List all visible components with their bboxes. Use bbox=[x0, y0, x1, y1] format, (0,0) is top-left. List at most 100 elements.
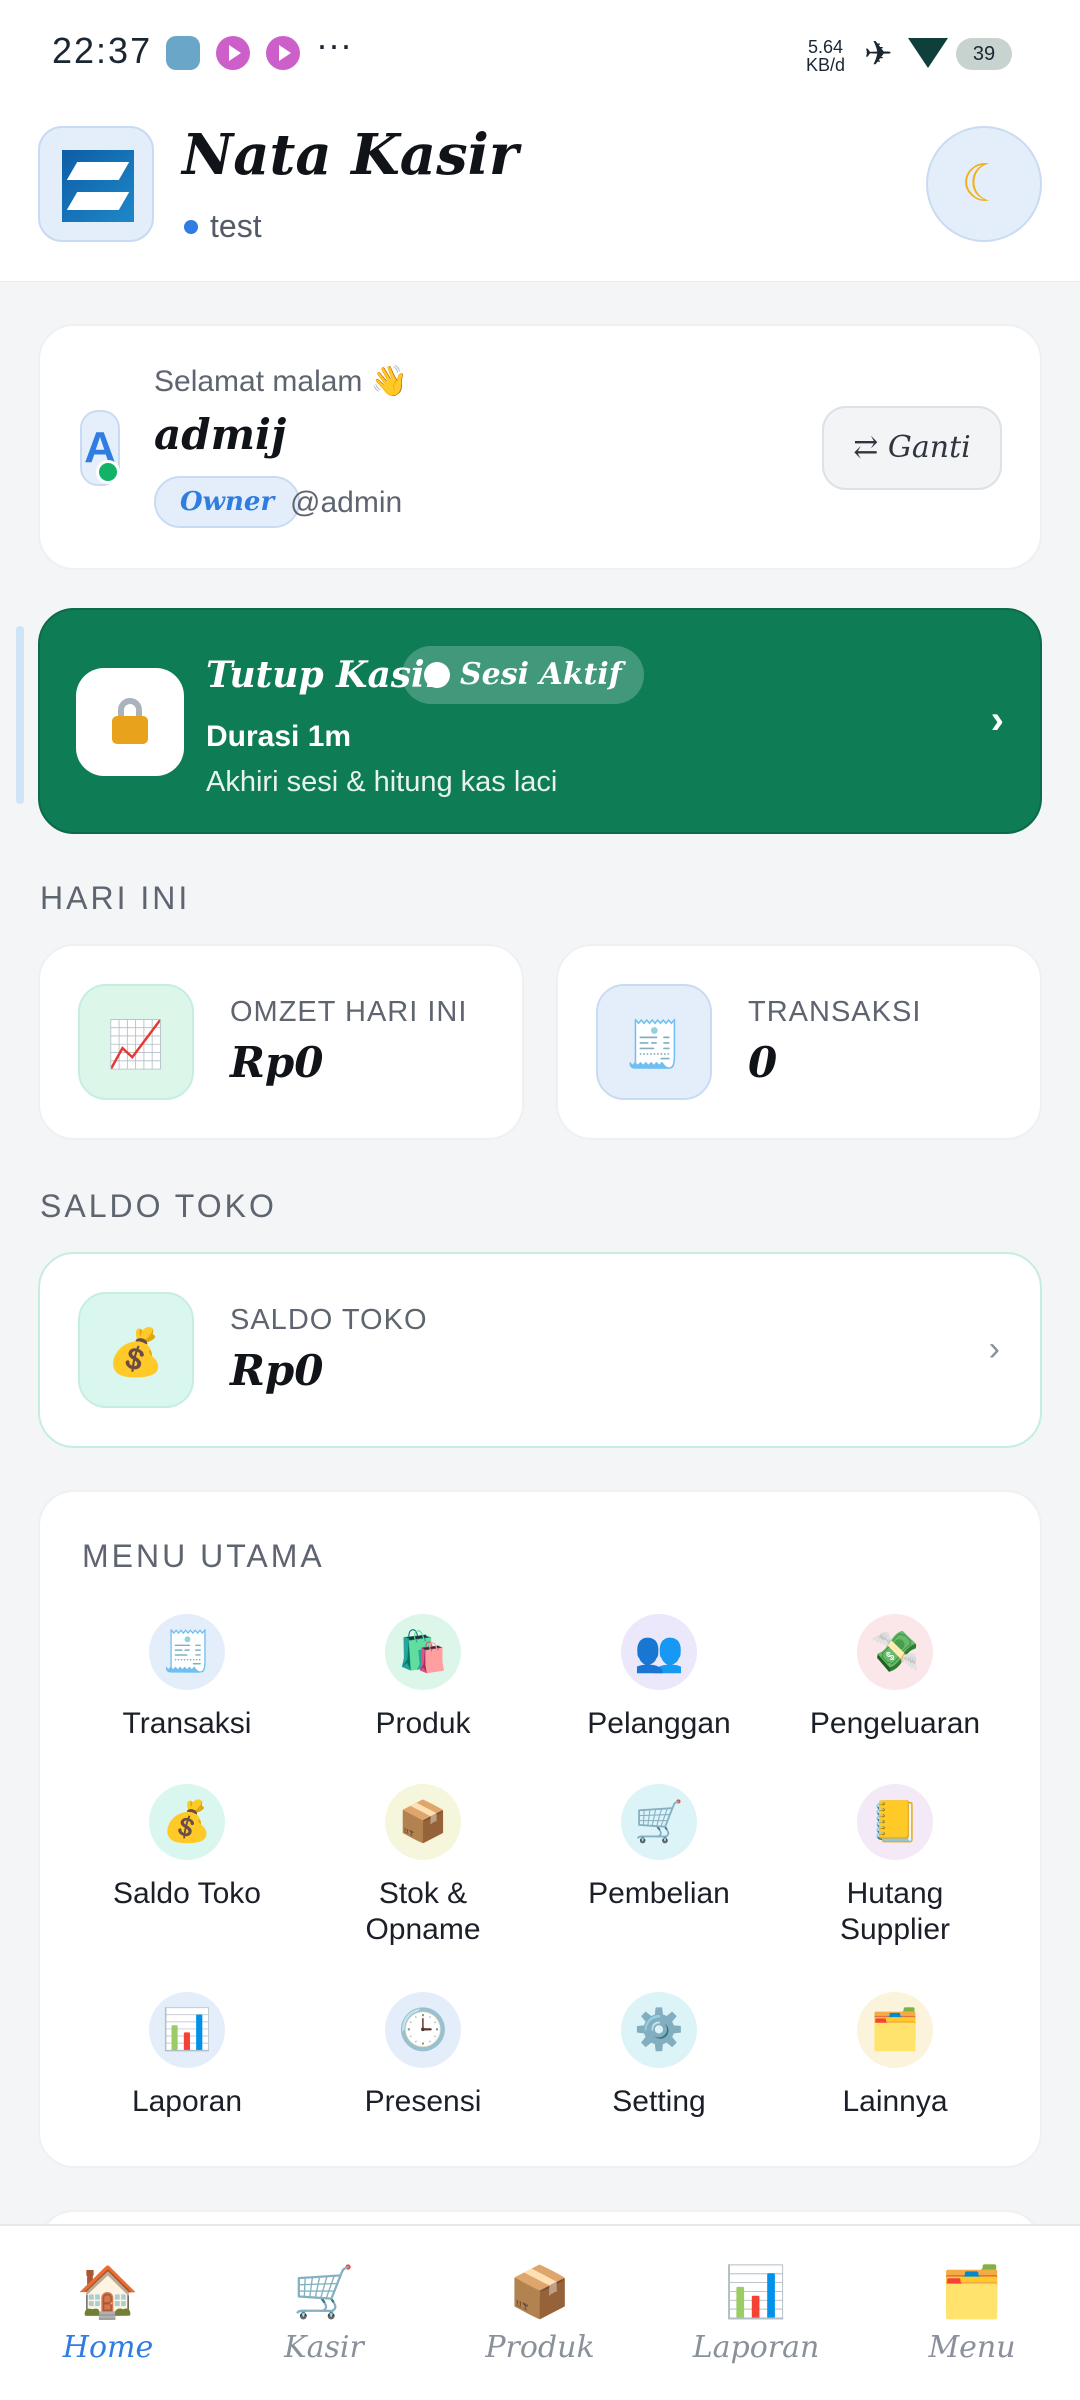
store-balance-card[interactable]: 💰 SALDO TOKO Rp0 › bbox=[38, 1252, 1042, 1448]
switch-user-button[interactable]: ⇄ Ganti bbox=[822, 406, 1002, 490]
menu-item-setting[interactable]: ⚙️ Setting bbox=[541, 1992, 777, 2120]
play-notification-icon bbox=[216, 36, 250, 70]
menu-item-label: Transaksi bbox=[122, 1707, 252, 1740]
chevron-right-icon: › bbox=[988, 1330, 1000, 1368]
menu-item-saldo-toko[interactable]: 💰 Saldo Toko bbox=[69, 1784, 305, 1912]
stat-value: 0 bbox=[748, 1038, 778, 1087]
stat-value: Rp0 bbox=[230, 1038, 324, 1087]
close-register-card[interactable]: Tutup Kasir Sesi Aktif Durasi 1m Akhiri … bbox=[38, 608, 1042, 834]
receipt-icon: 🧾 bbox=[149, 1614, 225, 1690]
wifi-icon bbox=[908, 38, 948, 68]
package-icon: 📦 bbox=[508, 2264, 572, 2320]
menu-item-stok-opname[interactable]: 📦 Stok & Opname bbox=[305, 1784, 541, 1948]
user-name: admij bbox=[154, 410, 287, 459]
bottom-navigation: 🏠 Home 🛒 Kasir 📦 Produk 📊 Laporan 🗂️ Men… bbox=[0, 2224, 1080, 2400]
theme-toggle-button[interactable]: ☾ bbox=[926, 126, 1042, 242]
lock-icon-box bbox=[76, 668, 184, 776]
main-menu-card: MENU UTAMA 🧾 Transaksi 🛍️ Produk 👥 Pelan… bbox=[38, 1490, 1042, 2168]
stat-label: TRANSAKSI bbox=[748, 996, 922, 1028]
folder-icon: 🗂️ bbox=[940, 2264, 1004, 2320]
stat-card-revenue[interactable]: 📈 OMZET HARI INI Rp0 bbox=[38, 944, 524, 1140]
people-icon: 👥 bbox=[621, 1614, 697, 1690]
status-bar: 22:37 ··· 5.64 KB/d ✈ 39 bbox=[0, 0, 1080, 100]
menu-item-label: Presensi bbox=[364, 2085, 482, 2118]
app-title: Nata Kasir bbox=[182, 122, 519, 188]
stat-card-transactions[interactable]: 🧾 TRANSAKSI 0 bbox=[556, 944, 1042, 1140]
menu-item-label: Pembelian bbox=[588, 1877, 730, 1910]
menu-item-presensi[interactable]: 🕒 Presensi bbox=[305, 1992, 541, 2120]
shopping-cart-icon: 🛒 bbox=[292, 2264, 356, 2320]
menu-item-label: Setting bbox=[612, 2085, 706, 2118]
session-subtitle: Akhiri sesi & hitung kas laci bbox=[206, 766, 558, 798]
app-header: Nata Kasir test ☾ bbox=[0, 100, 1080, 282]
greeting-text: Selamat malam 👋 bbox=[154, 365, 409, 398]
menu-item-label: Pelanggan bbox=[587, 1707, 731, 1740]
battery-indicator: 39 bbox=[956, 38, 1012, 70]
section-label-balance: SALDO TOKO bbox=[40, 1188, 277, 1224]
menu-item-label: Pengeluaran bbox=[809, 1707, 981, 1740]
chevron-right-icon: › bbox=[990, 698, 1004, 742]
menu-item-label: Laporan bbox=[131, 2085, 243, 2118]
nav-label: Laporan bbox=[692, 2330, 820, 2365]
app-notification-icon bbox=[166, 36, 200, 70]
more-notifications-icon: ··· bbox=[316, 24, 352, 65]
menu-item-pelanggan[interactable]: 👥 Pelanggan bbox=[541, 1614, 777, 1742]
user-greeting-card: A Selamat malam 👋 admij Owner @admin ⇄ G… bbox=[38, 324, 1042, 570]
nav-item-produk[interactable]: 📦 Produk bbox=[432, 2262, 648, 2365]
status-time: 22:37 bbox=[52, 30, 153, 71]
moon-icon: ☾ bbox=[960, 155, 1008, 213]
nav-item-home[interactable]: 🏠 Home bbox=[0, 2262, 216, 2365]
money-wings-icon: 💸 bbox=[857, 1614, 933, 1690]
money-bag-icon: 💰 bbox=[149, 1784, 225, 1860]
stat-label: OMZET HARI INI bbox=[230, 996, 468, 1028]
play-notification-icon bbox=[266, 36, 300, 70]
nav-item-menu[interactable]: 🗂️ Menu bbox=[864, 2262, 1080, 2365]
package-icon: 📦 bbox=[385, 1784, 461, 1860]
logo-mark-icon bbox=[62, 150, 134, 222]
session-status-badge: Sesi Aktif bbox=[402, 646, 644, 704]
session-duration: Durasi 1m bbox=[206, 720, 352, 753]
menu-item-label: Stok & Opname bbox=[365, 1877, 481, 1946]
balance-value: Rp0 bbox=[230, 1346, 324, 1395]
menu-item-label: Lainnya bbox=[842, 2085, 948, 2118]
gear-icon: ⚙️ bbox=[621, 1992, 697, 2068]
bar-chart-icon: 📊 bbox=[724, 2264, 788, 2320]
menu-item-label: Saldo Toko bbox=[113, 1877, 261, 1910]
menu-item-pembelian[interactable]: 🛒 Pembelian bbox=[541, 1784, 777, 1912]
menu-item-label: Produk bbox=[375, 1707, 471, 1740]
role-badge: Owner bbox=[154, 476, 301, 528]
store-status-dot bbox=[184, 220, 198, 234]
airplane-mode-icon: ✈ bbox=[864, 35, 893, 73]
balance-label: SALDO TOKO bbox=[230, 1304, 428, 1336]
menu-item-hutang-supplier[interactable]: 📒 Hutang Supplier bbox=[777, 1784, 1013, 1948]
store-name: test bbox=[210, 208, 262, 244]
scroll-accent-bar bbox=[16, 626, 24, 804]
nav-item-laporan[interactable]: 📊 Laporan bbox=[648, 2262, 864, 2365]
clock-icon: 🕒 bbox=[385, 1992, 461, 2068]
receipt-icon: 🧾 bbox=[596, 984, 712, 1100]
money-bag-icon: 💰 bbox=[78, 1292, 194, 1408]
online-status-dot bbox=[96, 460, 120, 484]
bar-chart-icon: 📊 bbox=[149, 1992, 225, 2068]
nav-label: Home bbox=[62, 2330, 154, 2365]
app-logo bbox=[38, 126, 154, 242]
shopping-cart-icon: 🛒 bbox=[621, 1784, 697, 1860]
section-label-today: HARI INI bbox=[40, 880, 191, 916]
menu-item-lainnya[interactable]: 🗂️ Lainnya bbox=[777, 1992, 1013, 2120]
menu-item-transaksi[interactable]: 🧾 Transaksi bbox=[69, 1614, 305, 1742]
menu-item-laporan[interactable]: 📊 Laporan bbox=[69, 1992, 305, 2120]
nav-label: Kasir bbox=[284, 2330, 364, 2365]
chart-up-icon: 📈 bbox=[78, 984, 194, 1100]
nav-label: Menu bbox=[928, 2330, 1016, 2365]
folder-icon: 🗂️ bbox=[857, 1992, 933, 2068]
ledger-icon: 📒 bbox=[857, 1784, 933, 1860]
menu-title: MENU UTAMA bbox=[82, 1538, 325, 1574]
menu-item-produk[interactable]: 🛍️ Produk bbox=[305, 1614, 541, 1742]
nav-item-kasir[interactable]: 🛒 Kasir bbox=[216, 2262, 432, 2365]
network-speed: 5.64 KB/d bbox=[806, 37, 846, 75]
home-icon: 🏠 bbox=[76, 2264, 140, 2320]
menu-item-label: Hutang Supplier bbox=[839, 1877, 951, 1946]
menu-item-pengeluaran[interactable]: 💸 Pengeluaran bbox=[777, 1614, 1013, 1742]
shopping-bags-icon: 🛍️ bbox=[385, 1614, 461, 1690]
user-handle: @admin bbox=[290, 486, 403, 519]
